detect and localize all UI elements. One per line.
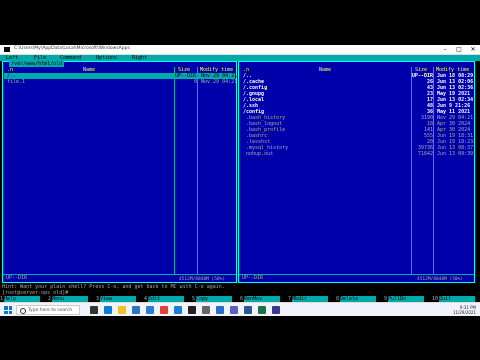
file-row[interactable]: file.1 0 Nov 29 04:21: [4, 79, 238, 85]
task-view-icon[interactable]: [90, 306, 98, 314]
right-footer-separator: [239, 274, 474, 275]
letterbox-top: [0, 0, 480, 45]
clock-date: 11/29/2021: [452, 310, 476, 315]
edge-icon[interactable]: [104, 306, 112, 314]
excel-icon[interactable]: [258, 306, 266, 314]
search-placeholder: Type here to search: [28, 308, 73, 313]
row-size: 71642: [417, 151, 433, 157]
putty-icon[interactable]: [272, 306, 280, 314]
row-mtime: Jun 13 09:39: [437, 151, 474, 157]
right-panel[interactable]: .n Name Size Modify time /.. UP--DIR Jun 1…: [238, 61, 475, 283]
file-explorer-icon[interactable]: [118, 306, 126, 314]
maximize-button[interactable]: □: [452, 45, 466, 54]
store-icon[interactable]: [132, 306, 140, 314]
mail-icon[interactable]: [146, 306, 154, 314]
left-footer-info: UP--DIR: [6, 275, 28, 281]
left-panel-path: /var/www/html/old: [9, 61, 65, 67]
letterbox-bottom: [0, 316, 480, 360]
settings-icon[interactable]: [202, 306, 210, 314]
left-free-space: 4512M/8848M (50%): [179, 277, 226, 282]
row-mtime: Nov 29 04:21: [201, 79, 238, 85]
system-tray-clock[interactable]: 9:31 PM 11/29/2021: [453, 305, 476, 315]
row-name: nohup.out: [243, 151, 274, 157]
row-size: 0: [194, 79, 198, 85]
right-free-space: 4512M/8848M (50%): [417, 277, 464, 282]
terminal-area[interactable]: Left File Command Options Right /var/www…: [0, 55, 480, 302]
left-divider: [197, 67, 198, 274]
file-row[interactable]: nohup.out 71642 Jun 13 09:39: [240, 151, 473, 157]
row-name: file.1: [7, 79, 26, 85]
word-icon[interactable]: [244, 306, 252, 314]
right-footer-info: UP--DIR: [242, 275, 264, 281]
close-button[interactable]: ✕: [466, 45, 480, 54]
windows-start-icon[interactable]: [4, 306, 12, 314]
chrome-icon[interactable]: [160, 306, 168, 314]
teams-icon[interactable]: [230, 306, 238, 314]
windows-taskbar: Type here to search 9:31 PM 11/29/2021: [0, 302, 480, 317]
title-bar: C:\Users\My\AppData\Local\Microsoft\Wind…: [0, 45, 480, 55]
left-divider: [174, 67, 175, 274]
photos-icon[interactable]: [216, 306, 224, 314]
terminal-icon[interactable]: [188, 306, 196, 314]
window-title: C:\Users\My\AppData\Local\Microsoft\Wind…: [14, 46, 130, 51]
left-footer-separator: [3, 274, 236, 275]
search-icon: [20, 308, 26, 314]
vscode-icon[interactable]: [174, 306, 182, 314]
left-panel[interactable]: /var/www/html/old .n Name Size Modify ti…: [2, 61, 237, 283]
taskbar-search-input[interactable]: Type here to search: [16, 305, 80, 315]
terminal-app-icon: [4, 47, 10, 52]
minimize-button[interactable]: –: [438, 45, 452, 54]
terminal-window: C:\Users\My\AppData\Local\Microsoft\Wind…: [0, 45, 480, 317]
